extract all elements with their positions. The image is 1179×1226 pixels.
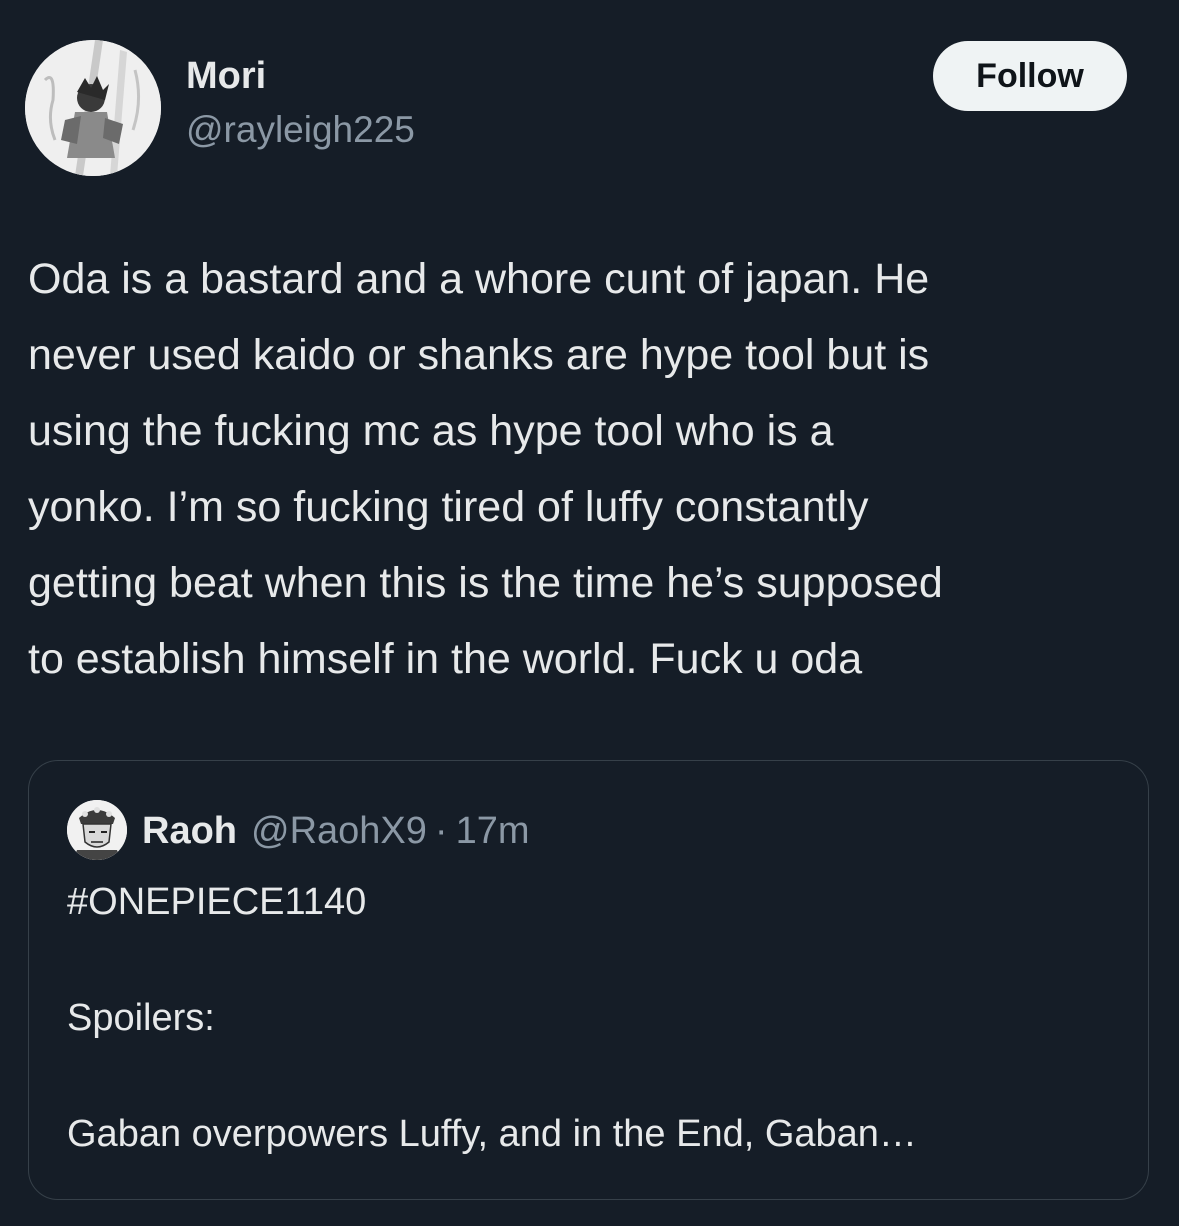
post-text: Oda is a bastard and a whore cunt of jap…	[28, 241, 1148, 697]
post-text-line: Oda is a bastard and a whore cunt of jap…	[28, 255, 930, 303]
manga-character-avatar-icon	[67, 800, 127, 860]
quoted-text-line: Spoilers:	[67, 997, 215, 1039]
quoted-text-line[interactable]: #ONEPIECE1140	[67, 873, 1127, 931]
quoted-text-line: Gaban overpowers Luffy, and in the End, …	[67, 1113, 917, 1155]
quoted-author-handle[interactable]: @RaohX9	[251, 810, 427, 853]
follow-button[interactable]: Follow	[933, 41, 1127, 111]
post-text-line: using the fucking mc as hype tool who is…	[28, 407, 834, 455]
separator-dot: ·	[434, 809, 448, 852]
quoted-post-text: #ONEPIECE1140 Spoilers: Gaban overpowers…	[67, 873, 1127, 1163]
quoted-author-name[interactable]: Raoh	[142, 810, 237, 853]
post-text-line: to establish himself in the world. Fuck …	[28, 635, 863, 683]
author-avatar[interactable]	[25, 40, 161, 176]
post-text-line: never used kaido or shanks are hype tool…	[28, 331, 930, 379]
quoted-author-avatar[interactable]	[67, 800, 127, 860]
post-text-line: yonko. I’m so fucking tired of luffy con…	[28, 483, 869, 531]
quoted-post[interactable]: Raoh @RaohX9 · 17m #ONEPIECE1140 Spoiler…	[28, 760, 1149, 1200]
post-card: Mori @rayleigh225 Follow Oda is a bastar…	[0, 0, 1179, 1226]
manga-character-avatar-icon	[25, 40, 161, 176]
author-display-name[interactable]: Mori	[186, 52, 266, 100]
post-text-line: getting beat when this is the time he’s …	[28, 559, 943, 607]
quoted-post-time[interactable]: 17m	[456, 810, 530, 853]
author-handle[interactable]: @rayleigh225	[186, 106, 415, 154]
quoted-text-line	[67, 931, 1127, 989]
quoted-post-header: Raoh @RaohX9 · 17m	[142, 805, 529, 857]
quoted-text-line	[67, 1047, 1127, 1105]
